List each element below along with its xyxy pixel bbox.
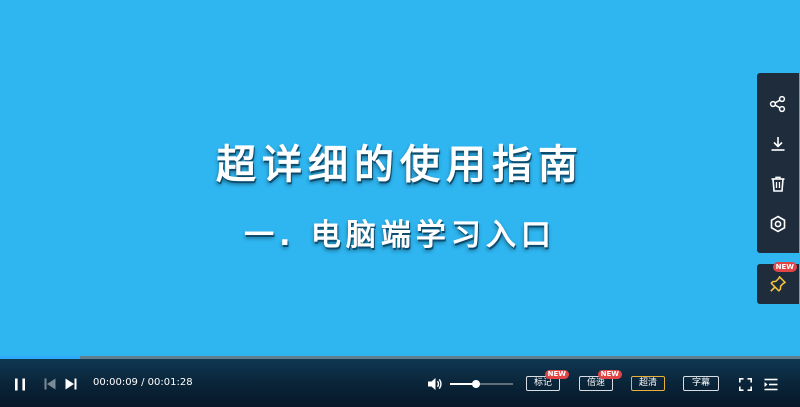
volume-handle[interactable] [472, 380, 481, 388]
mark-label: 标记 [533, 378, 552, 388]
slide-subtitle: 一. 电脑端学习入口 [244, 218, 556, 253]
next-button[interactable] [62, 375, 80, 393]
total-time: 00:01:28 [147, 377, 193, 388]
settings-icon [770, 215, 786, 233]
speed-button[interactable]: 倍速 NEW [579, 370, 622, 391]
delete-button[interactable] [757, 165, 799, 203]
pause-button[interactable] [11, 375, 29, 393]
volume-button[interactable] [426, 375, 444, 393]
download-button[interactable] [757, 125, 799, 163]
current-time: 00:00:09 [93, 377, 138, 388]
mark-button[interactable]: 标记 NEW [526, 370, 569, 391]
video-surface[interactable]: 超详细的使用指南 一. 电脑端学习入口 [0, 0, 800, 407]
fullscreen-icon [738, 377, 752, 391]
share-button[interactable] [757, 85, 799, 123]
speaker-icon [428, 378, 442, 390]
pin-icon [770, 276, 786, 292]
delete-icon [771, 176, 785, 192]
settings-button[interactable] [757, 205, 799, 243]
subtitles-button[interactable]: 字幕 [683, 376, 719, 391]
quality-label: 超清 [638, 378, 657, 388]
skip-next-icon [65, 378, 77, 390]
playlist-icon [764, 378, 778, 390]
player-control-bar: 00:00:09 / 00:01:28 标记 NEW 倍速 NEW 超清 字幕 [0, 356, 800, 407]
download-icon [771, 137, 785, 151]
mark-new-badge: NEW [544, 370, 569, 379]
share-icon [769, 95, 786, 113]
skip-previous-icon [44, 378, 56, 390]
progress-played [0, 356, 80, 359]
quality-button[interactable]: 超清 [631, 376, 665, 391]
time-separator: / [137, 377, 148, 388]
speed-new-badge: NEW [597, 370, 622, 379]
fullscreen-button[interactable] [736, 375, 754, 393]
playlist-button[interactable] [762, 375, 780, 393]
progress-bar[interactable] [0, 356, 800, 359]
pin-button[interactable]: NEW [757, 262, 799, 304]
time-display: 00:00:09 / 00:01:28 [93, 377, 193, 388]
new-badge: NEW [772, 262, 797, 272]
side-toolbar [757, 73, 799, 253]
volume-slider[interactable] [450, 380, 513, 388]
subtitles-label: 字幕 [691, 378, 710, 388]
speed-label: 倍速 [586, 378, 605, 388]
pause-icon [15, 378, 25, 390]
slide-title: 超详细的使用指南 [216, 142, 584, 188]
previous-button[interactable] [41, 375, 59, 393]
